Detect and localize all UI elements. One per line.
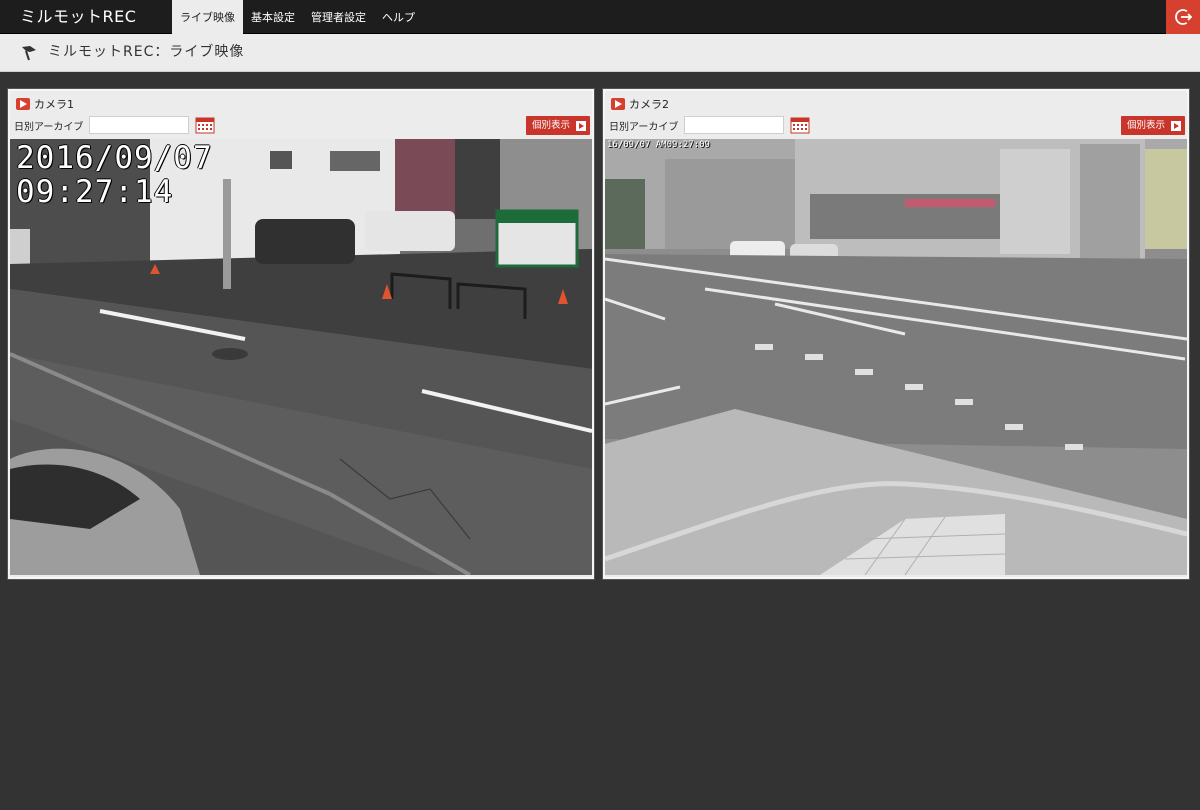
single-view-button[interactable]: 個別表示	[525, 116, 590, 135]
logout-button[interactable]	[1166, 0, 1200, 34]
camera-name: カメラ2	[629, 98, 669, 111]
camera-panel-2: カメラ2 日別アーカイブ 個別表示 16/09/07 AM09:27:09	[603, 89, 1189, 579]
single-view-label: 個別表示	[531, 120, 570, 131]
archive-date-input[interactable]	[89, 116, 190, 134]
timestamp-date: 2016/09/07	[16, 140, 213, 176]
top-navbar: ミルモットREC ライブ映像 基本設定 管理者設定 ヘルプ	[0, 0, 1200, 34]
video-play-icon	[16, 98, 30, 110]
camera-panel-header: カメラ2 日別アーカイブ 個別表示	[605, 91, 1187, 139]
nav-tab-live[interactable]: ライブ映像	[172, 0, 243, 34]
archive-label: 日別アーカイブ	[14, 121, 84, 133]
main-nav: ライブ映像 基本設定 管理者設定 ヘルプ	[172, 0, 423, 34]
page-header: ミルモットREC：ライブ映像	[0, 34, 1200, 72]
timestamp-time: 09:27:14	[16, 174, 174, 210]
camera-feed-2[interactable]: 16/09/07 AM09:27:09	[605, 139, 1187, 575]
calendar-icon[interactable]	[790, 116, 810, 134]
camera-name: カメラ1	[34, 98, 74, 111]
camera-title: カメラ1	[16, 96, 74, 112]
camera-title: カメラ2	[611, 96, 669, 112]
logout-icon	[1175, 9, 1193, 25]
camera-panel-1: カメラ1 日別アーカイブ 個別表示 2016/09/07 09:27:14	[8, 89, 594, 579]
intersection-scene-image	[605, 139, 1187, 575]
page-title: ミルモットREC：ライブ映像	[48, 44, 245, 60]
play-arrow-icon	[1171, 120, 1181, 131]
camera-panel-header: カメラ1 日別アーカイブ 個別表示	[10, 91, 592, 139]
single-view-label: 個別表示	[1126, 120, 1165, 131]
calendar-icon[interactable]	[195, 116, 215, 134]
camera-feed-1[interactable]: 2016/09/07 09:27:14	[10, 139, 592, 575]
camera-timestamp: 2016/09/07 09:27:14	[16, 141, 213, 209]
app-brand[interactable]: ミルモットREC	[20, 0, 136, 33]
video-play-icon	[611, 98, 625, 110]
play-arrow-icon	[576, 120, 586, 131]
archive-row: 日別アーカイブ	[14, 116, 215, 134]
archive-row: 日別アーカイブ	[609, 116, 810, 134]
single-view-button[interactable]: 個別表示	[1120, 116, 1185, 135]
camera-timestamp: 16/09/07 AM09:27:09	[607, 140, 710, 150]
flag-icon	[22, 46, 36, 61]
archive-label: 日別アーカイブ	[609, 121, 679, 133]
nav-tab-help[interactable]: ヘルプ	[374, 0, 423, 33]
nav-tab-admin-settings[interactable]: 管理者設定	[303, 0, 374, 33]
nav-tab-basic-settings[interactable]: 基本設定	[243, 0, 303, 33]
archive-date-input[interactable]	[684, 116, 785, 134]
